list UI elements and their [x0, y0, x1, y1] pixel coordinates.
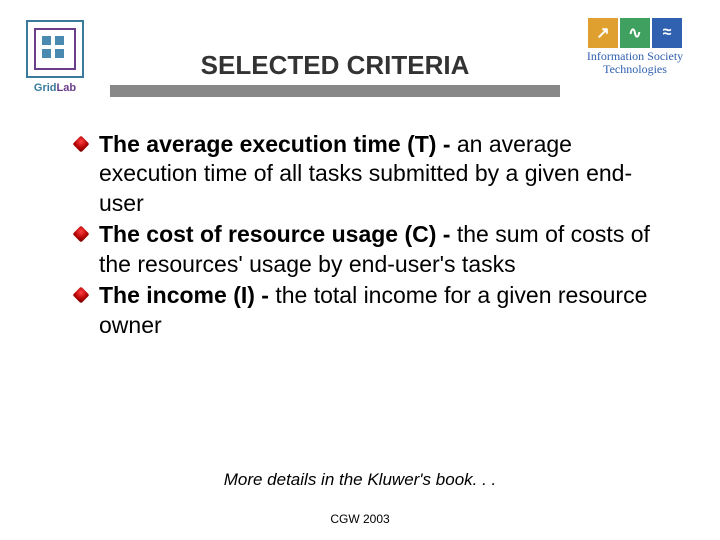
- criterion-name: The average execution time (T) -: [99, 131, 450, 157]
- slide-title: SELECTED CRITERIA: [110, 50, 560, 81]
- criteria-list: The average execution time (T) - an aver…: [75, 130, 670, 340]
- ist-logo: ↗ ∿ ≈ Information Society Technologies: [570, 18, 700, 76]
- footer: CGW 2003: [0, 512, 720, 526]
- gridlab-logo-text: GridLab: [20, 82, 90, 94]
- ist-square-arrow-icon: ↗: [588, 18, 618, 48]
- ist-logo-band: ↗ ∿ ≈: [570, 18, 700, 48]
- criterion-name: The income (I) -: [99, 282, 269, 308]
- list-item: The cost of resource usage (C) - the sum…: [75, 220, 670, 279]
- gridlab-logo-mark: [26, 20, 84, 78]
- ist-square-approx-icon: ≈: [652, 18, 682, 48]
- slide-body: The average execution time (T) - an aver…: [75, 130, 670, 342]
- title-underline-bar: [110, 85, 560, 97]
- criterion-name: The cost of resource usage (C) -: [99, 221, 450, 247]
- title-area: SELECTED CRITERIA: [110, 50, 560, 97]
- slide-header: GridLab SELECTED CRITERIA ↗ ∿ ≈ Informat…: [0, 0, 720, 110]
- gridlab-logo: GridLab: [20, 20, 90, 94]
- footer-note: More details in the Kluwer's book. . .: [0, 470, 720, 490]
- ist-square-wave-icon: ∿: [620, 18, 650, 48]
- ist-logo-text: Information Society Technologies: [570, 50, 700, 76]
- list-item: The average execution time (T) - an aver…: [75, 130, 670, 218]
- list-item: The income (I) - the total income for a …: [75, 281, 670, 340]
